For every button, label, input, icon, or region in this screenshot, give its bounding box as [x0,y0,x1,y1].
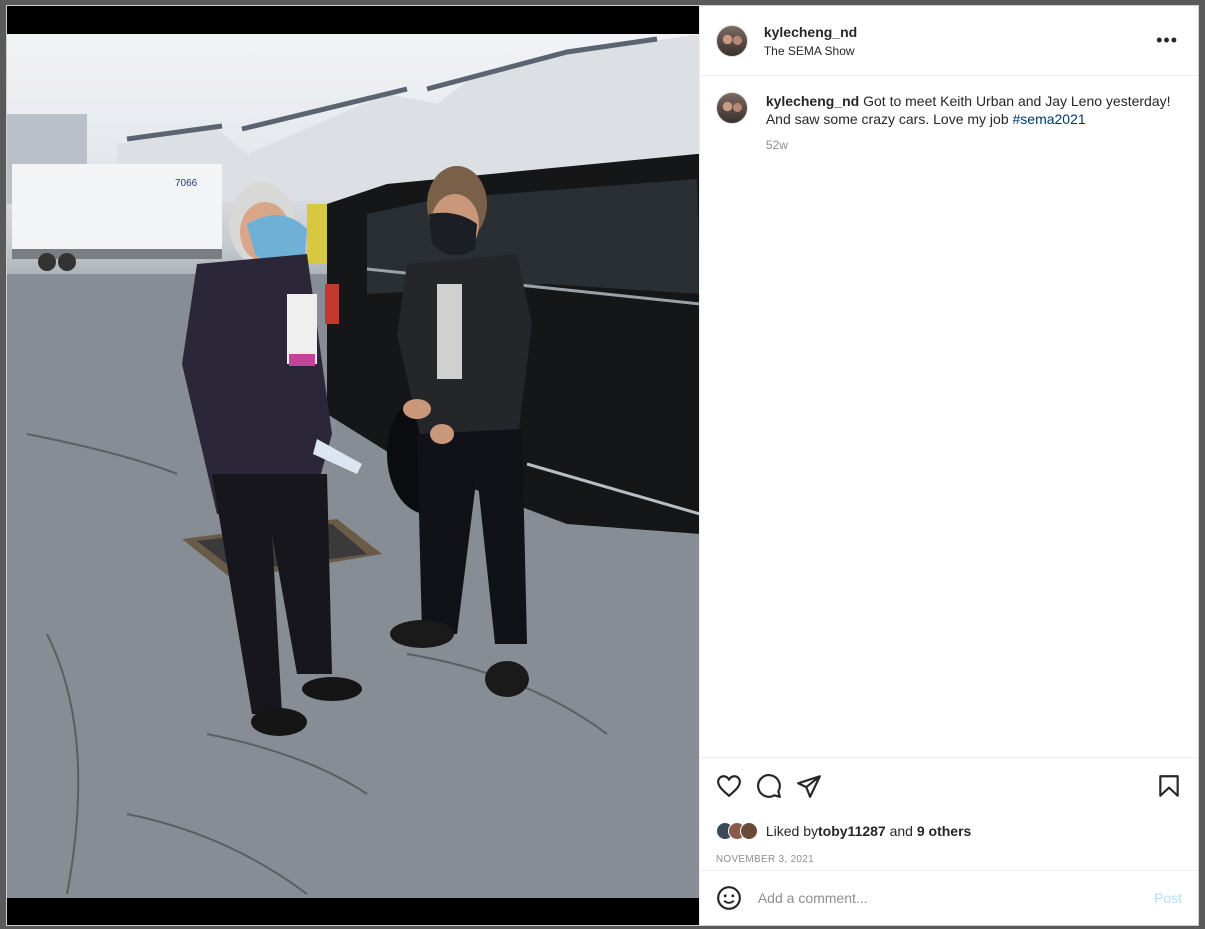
heart-icon [716,775,741,798]
comment-icon [756,774,781,798]
comment-button[interactable] [756,773,782,799]
post-photo[interactable]: 7066 [7,34,699,898]
like-button[interactable] [716,773,742,799]
likes-middle: and [885,823,917,839]
post-location[interactable]: The SEMA Show [764,44,1152,58]
share-button[interactable] [796,773,822,799]
liker-avatar [739,822,758,840]
photo-pane: 7066 [7,6,699,925]
likes-others[interactable]: 9 others [917,823,971,839]
post-sidebar: kylecheng_nd The SEMA Show ••• kylecheng… [698,6,1198,925]
caption-hashtag[interactable]: #sema2021 [1013,111,1086,127]
caption-avatar[interactable] [715,92,748,124]
photo-illustration: 7066 [7,34,699,898]
emoji-button[interactable] [716,885,742,911]
more-horizontal-icon: ••• [1156,30,1178,50]
more-options-button[interactable]: ••• [1152,30,1182,51]
caption-body: kylecheng_nd Got to meet Keith Urban and… [766,92,1176,154]
post-header: kylecheng_nd The SEMA Show ••• [699,6,1198,76]
header-text: kylecheng_nd The SEMA Show [764,24,1152,58]
svg-text:7066: 7066 [175,178,198,189]
likes-prefix: Liked by [765,823,818,839]
save-button[interactable] [1156,773,1182,799]
likes-user[interactable]: toby11287 [818,823,886,839]
likes-summary: Liked by toby11287 and 9 others [715,822,1182,840]
comment-bar: Post [699,870,1198,925]
post-comment-button[interactable]: Post [1154,890,1182,906]
caption: kylecheng_nd Got to meet Keith Urban and… [700,76,1198,170]
comment-input[interactable] [755,889,1154,907]
send-icon [796,775,821,798]
emoji-icon [716,886,741,910]
caption-username[interactable]: kylecheng_nd [766,93,859,109]
author-avatar[interactable] [715,24,748,57]
actions-bar: Liked by toby11287 and 9 others NOVEMBER… [699,757,1198,865]
action-icons [716,770,1182,802]
bookmark-icon [1159,775,1179,797]
liker-avatars[interactable] [715,822,758,840]
caption-time-ago[interactable]: 52w [766,136,1176,154]
post-date[interactable]: NOVEMBER 3, 2021 [716,854,1182,865]
author-username[interactable]: kylecheng_nd [764,24,1152,40]
post-modal: 7066 kylecheng_nd The SEMA Show ••• kyle… [6,5,1199,926]
